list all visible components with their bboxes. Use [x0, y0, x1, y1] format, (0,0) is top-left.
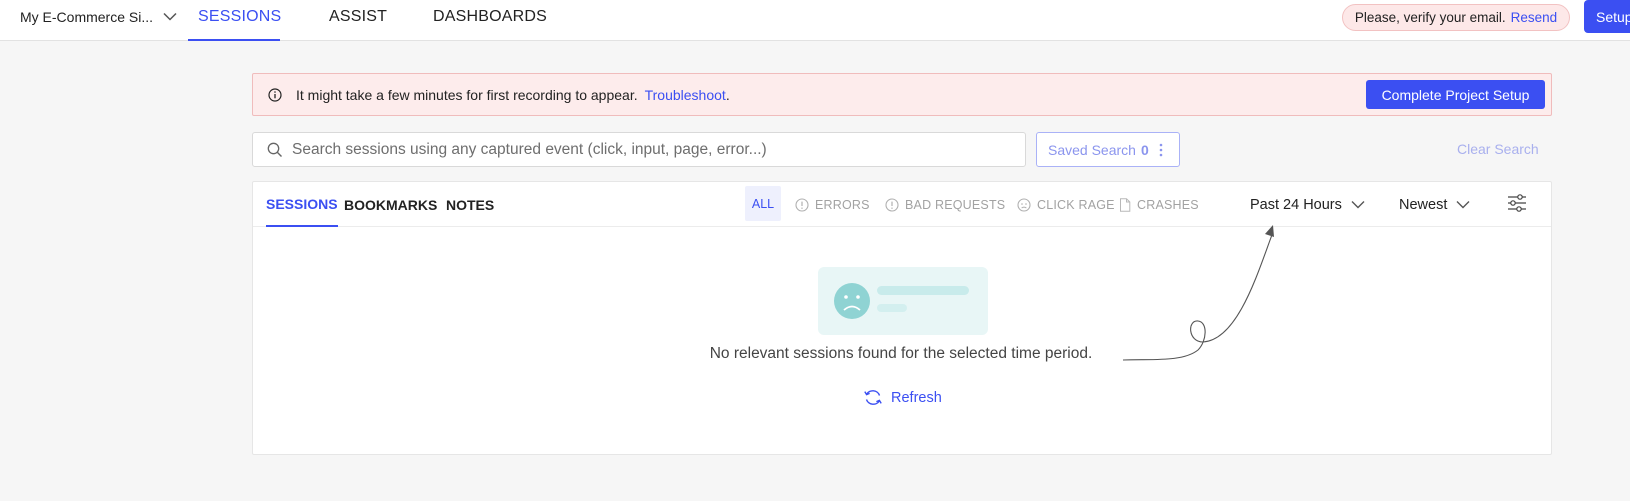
troubleshoot-link[interactable]: Troubleshoot: [645, 87, 726, 103]
recording-info-banner: It might take a few minutes for first re…: [252, 73, 1552, 116]
saved-search-button[interactable]: Saved Search 0: [1036, 132, 1180, 167]
info-icon: [268, 87, 282, 102]
sort-label: Newest: [1399, 196, 1448, 213]
filter-settings-icon[interactable]: [1507, 193, 1527, 218]
tab-label: BOOKMARKS: [344, 196, 438, 213]
nav-tab-label: SESSIONS: [198, 8, 282, 25]
setup-button-label: Setup: [1596, 8, 1630, 25]
resend-link[interactable]: Resend: [1511, 10, 1558, 25]
filter-label: BAD REQUESTS: [905, 197, 1006, 212]
refresh-label: Refresh: [891, 389, 942, 406]
verify-email-notice: Please, verify your email. Resend: [1342, 4, 1570, 31]
filter-label: CLICK RAGE: [1037, 197, 1115, 212]
tab-notes[interactable]: NOTES: [446, 182, 494, 227]
angry-face-icon: [1017, 197, 1031, 212]
chevron-down-icon: [1351, 201, 1365, 209]
panel-tab-bar: SESSIONS BOOKMARKS NOTES ALL ERRORS BAD …: [253, 182, 1551, 227]
session-search: [252, 132, 1026, 167]
verify-email-text: Please, verify your email.: [1354, 10, 1506, 25]
tab-bookmarks[interactable]: BOOKMARKS: [344, 182, 437, 227]
filter-click-rage[interactable]: CLICK RAGE: [1017, 182, 1115, 227]
empty-state-message: No relevant sessions found for the selec…: [253, 345, 1551, 363]
filter-label: CRASHES: [1137, 197, 1199, 212]
refresh-icon: [864, 390, 882, 405]
time-range-dropdown[interactable]: Past 24 Hours: [1250, 182, 1365, 227]
refresh-button[interactable]: Refresh: [863, 389, 942, 406]
complete-project-setup-button[interactable]: Complete Project Setup: [1366, 80, 1545, 109]
nav-tab-label: DASHBOARDS: [433, 8, 548, 25]
chevron-down-icon: [1456, 201, 1470, 209]
setup-button[interactable]: Setup: [1584, 0, 1630, 33]
filter-all[interactable]: ALL: [745, 186, 781, 221]
more-vertical-icon: [1159, 143, 1163, 157]
filter-label: ERRORS: [815, 197, 870, 212]
complete-project-setup-label: Complete Project Setup: [1381, 86, 1530, 103]
clear-search-button[interactable]: Clear Search: [1457, 141, 1539, 157]
sessions-panel: SESSIONS BOOKMARKS NOTES ALL ERRORS BAD …: [252, 181, 1552, 455]
sad-face-icon: [834, 283, 870, 319]
nav-tab-label: ASSIST: [329, 8, 388, 25]
site-selector[interactable]: My E-Commerce Si...: [20, 0, 177, 33]
banner-message: It might take a few minutes for first re…: [296, 86, 638, 103]
chevron-down-icon: [163, 12, 177, 21]
tab-sessions[interactable]: SESSIONS: [266, 182, 338, 227]
saved-search-label: Saved Search: [1048, 141, 1136, 158]
alert-circle-icon: [795, 197, 809, 212]
filter-bad-requests[interactable]: BAD REQUESTS: [885, 182, 1005, 227]
banner-link-suffix: .: [725, 86, 730, 103]
nav-tab-dashboards[interactable]: DASHBOARDS: [433, 0, 547, 41]
search-input[interactable]: [292, 140, 992, 159]
nav-tab-sessions[interactable]: SESSIONS: [188, 0, 282, 41]
time-range-label: Past 24 Hours: [1250, 196, 1342, 213]
filter-errors[interactable]: ERRORS: [795, 182, 870, 227]
nav-tab-assist[interactable]: ASSIST: [329, 0, 387, 41]
tab-label: NOTES: [446, 196, 495, 213]
filter-label: ALL: [751, 196, 775, 211]
alert-circle-icon: [885, 197, 899, 212]
filter-crashes[interactable]: CRASHES: [1119, 182, 1199, 227]
empty-state-illustration: [818, 267, 988, 335]
site-name: My E-Commerce Si...: [20, 8, 154, 25]
search-icon: [267, 142, 282, 157]
sort-dropdown[interactable]: Newest: [1399, 182, 1470, 227]
tab-label: SESSIONS: [266, 195, 338, 212]
top-navigation-bar: My E-Commerce Si... SESSIONS ASSIST DASH…: [0, 0, 1630, 41]
saved-search-count: 0: [1140, 141, 1149, 158]
empty-state-text: No relevant sessions found for the selec…: [709, 345, 1093, 362]
file-icon: [1120, 197, 1131, 212]
